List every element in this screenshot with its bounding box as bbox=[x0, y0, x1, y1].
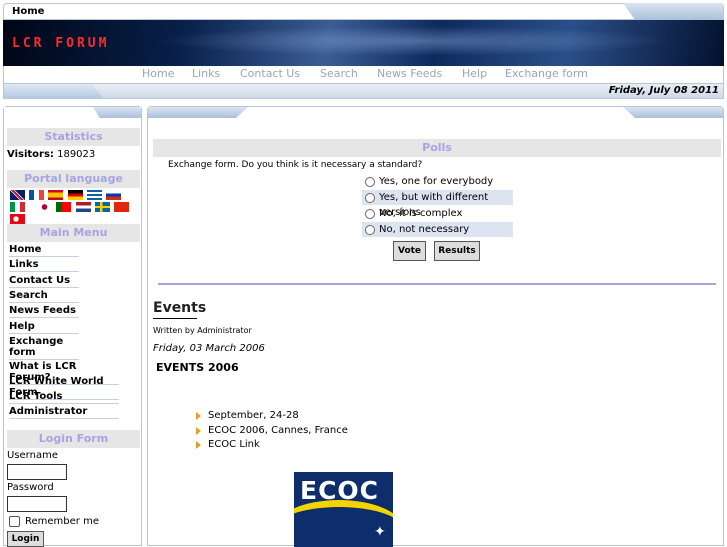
left-sidebar: Statistics Visitors: 189023 Portal langu… bbox=[3, 106, 142, 547]
poll-option-label: No, not necessary bbox=[379, 224, 470, 235]
site-banner: LCR FORUM bbox=[3, 20, 724, 66]
tr-flag-icon[interactable] bbox=[10, 214, 25, 224]
de-flag-icon[interactable] bbox=[67, 190, 83, 200]
nl-flag-icon[interactable] bbox=[75, 202, 91, 212]
visitors-count: 189023 bbox=[57, 149, 96, 160]
menu-contact-us[interactable]: Contact Us bbox=[9, 275, 79, 288]
article-author: Written by Administrator bbox=[153, 326, 252, 335]
pt-flag-icon[interactable] bbox=[56, 202, 72, 212]
ecoc-link[interactable]: ECOC Link bbox=[208, 439, 260, 450]
nav-search[interactable]: Search bbox=[320, 67, 358, 80]
portal-language-title: Portal language bbox=[7, 170, 140, 188]
username-input[interactable] bbox=[7, 464, 67, 480]
top-bar: Home bbox=[3, 3, 724, 20]
visitors-stat: Visitors: 189023 bbox=[7, 149, 95, 160]
poll-option-radio[interactable] bbox=[365, 193, 375, 203]
date-bar-tab-decoration bbox=[4, 84, 104, 99]
top-home-link[interactable]: Home bbox=[12, 6, 44, 17]
event-list-item[interactable]: ECOC Link bbox=[196, 439, 260, 450]
main-left-tab-decoration bbox=[148, 107, 248, 118]
nav-home[interactable]: Home bbox=[142, 67, 174, 80]
date-bar: Friday, July 08 2011 bbox=[3, 83, 724, 99]
menu-search[interactable]: Search bbox=[9, 290, 79, 303]
nav-links[interactable]: Links bbox=[192, 67, 220, 80]
login-form-title: Login Form bbox=[7, 430, 140, 448]
vote-button[interactable]: Vote bbox=[393, 241, 426, 261]
site-logo: LCR FORUM bbox=[12, 36, 110, 51]
nav-news-feeds[interactable]: News Feeds bbox=[377, 67, 442, 80]
banner-wave-graphic bbox=[153, 26, 673, 56]
statistics-title: Statistics bbox=[7, 128, 140, 146]
menu-exchange-form[interactable]: Exchange form bbox=[9, 336, 79, 360]
fr-flag-icon[interactable] bbox=[29, 190, 45, 200]
cn-flag-icon[interactable] bbox=[113, 202, 129, 212]
poll-question: Exchange form. Do you think is it necess… bbox=[168, 160, 423, 170]
article-title[interactable]: Events bbox=[153, 300, 206, 316]
gr-flag-icon[interactable] bbox=[86, 190, 102, 200]
ru-flag-icon[interactable] bbox=[105, 190, 121, 200]
sidebar-tab-decoration bbox=[93, 107, 141, 118]
bullet-arrow-icon bbox=[196, 441, 201, 449]
nav-help[interactable]: Help bbox=[462, 67, 487, 80]
current-date: Friday, July 08 2011 bbox=[608, 85, 719, 96]
ecoc-logo-text: ECOC bbox=[300, 476, 380, 505]
poll-option-label: No, it is complex bbox=[379, 208, 463, 219]
nav-exchange-form[interactable]: Exchange form bbox=[505, 67, 588, 80]
poll-option-4[interactable]: No, not necessary bbox=[362, 222, 513, 237]
menu-help[interactable]: Help bbox=[9, 321, 79, 334]
main-menu-title: Main Menu bbox=[7, 224, 140, 242]
jp-flag-icon[interactable] bbox=[37, 202, 53, 212]
poll-option-3[interactable]: No, it is complex bbox=[362, 206, 513, 221]
menu-administrator[interactable]: Administrator bbox=[9, 406, 119, 419]
sidebar-header bbox=[4, 107, 141, 119]
article-title-underline bbox=[153, 318, 197, 319]
main-right-tab-decoration bbox=[623, 107, 723, 118]
it-flag-icon[interactable] bbox=[10, 202, 25, 212]
top-bar-tab-decoration bbox=[623, 3, 723, 20]
polls-title: Polls bbox=[153, 139, 721, 157]
poll-option-2[interactable]: Yes, but with different versions bbox=[362, 190, 513, 218]
content-divider bbox=[158, 283, 716, 285]
username-label: Username bbox=[7, 450, 58, 461]
article-date: Friday, 03 March 2006 bbox=[153, 343, 265, 354]
se-flag-icon[interactable] bbox=[94, 202, 110, 212]
language-flags bbox=[9, 190, 137, 226]
event-item-text: September, 24-28 bbox=[208, 410, 299, 421]
poll-option-radio[interactable] bbox=[365, 209, 375, 219]
remember-me-checkbox[interactable] bbox=[9, 516, 20, 527]
event-list-item: ECOC 2006, Cannes, France bbox=[196, 425, 348, 436]
menu-home[interactable]: Home bbox=[9, 244, 79, 257]
article-heading: EVENTS 2006 bbox=[156, 361, 239, 374]
results-button[interactable]: Results bbox=[434, 241, 480, 261]
en-flag-icon[interactable] bbox=[10, 190, 25, 200]
bullet-arrow-icon bbox=[196, 412, 201, 420]
bullet-arrow-icon bbox=[196, 427, 201, 435]
main-content: Polls Exchange form. Do you think is it … bbox=[147, 106, 724, 547]
poll-option-1[interactable]: Yes, one for everybody bbox=[362, 174, 513, 189]
menu-links[interactable]: Links bbox=[9, 259, 79, 272]
poll-option-radio[interactable] bbox=[365, 225, 375, 235]
password-label: Password bbox=[7, 482, 54, 493]
menu-news-feeds[interactable]: News Feeds bbox=[9, 305, 79, 318]
visitors-label: Visitors: bbox=[7, 149, 54, 160]
star-icon: ✦ bbox=[374, 524, 386, 540]
es-flag-icon[interactable] bbox=[48, 190, 64, 200]
nav-contact-us[interactable]: Contact Us bbox=[240, 67, 300, 80]
password-input[interactable] bbox=[7, 496, 67, 512]
event-list-item: September, 24-28 bbox=[196, 410, 299, 421]
poll-option-label: Yes, one for everybody bbox=[379, 176, 494, 187]
remember-me-label: Remember me bbox=[25, 516, 99, 527]
ecoc-logo-image: ECOC ✦ bbox=[294, 472, 393, 547]
menu-lcr-tools[interactable]: LCR Tools bbox=[9, 391, 119, 404]
poll-option-radio[interactable] bbox=[365, 177, 375, 187]
event-item-text: ECOC 2006, Cannes, France bbox=[208, 425, 348, 436]
top-nav: Home Links Contact Us Search News Feeds … bbox=[3, 66, 724, 83]
